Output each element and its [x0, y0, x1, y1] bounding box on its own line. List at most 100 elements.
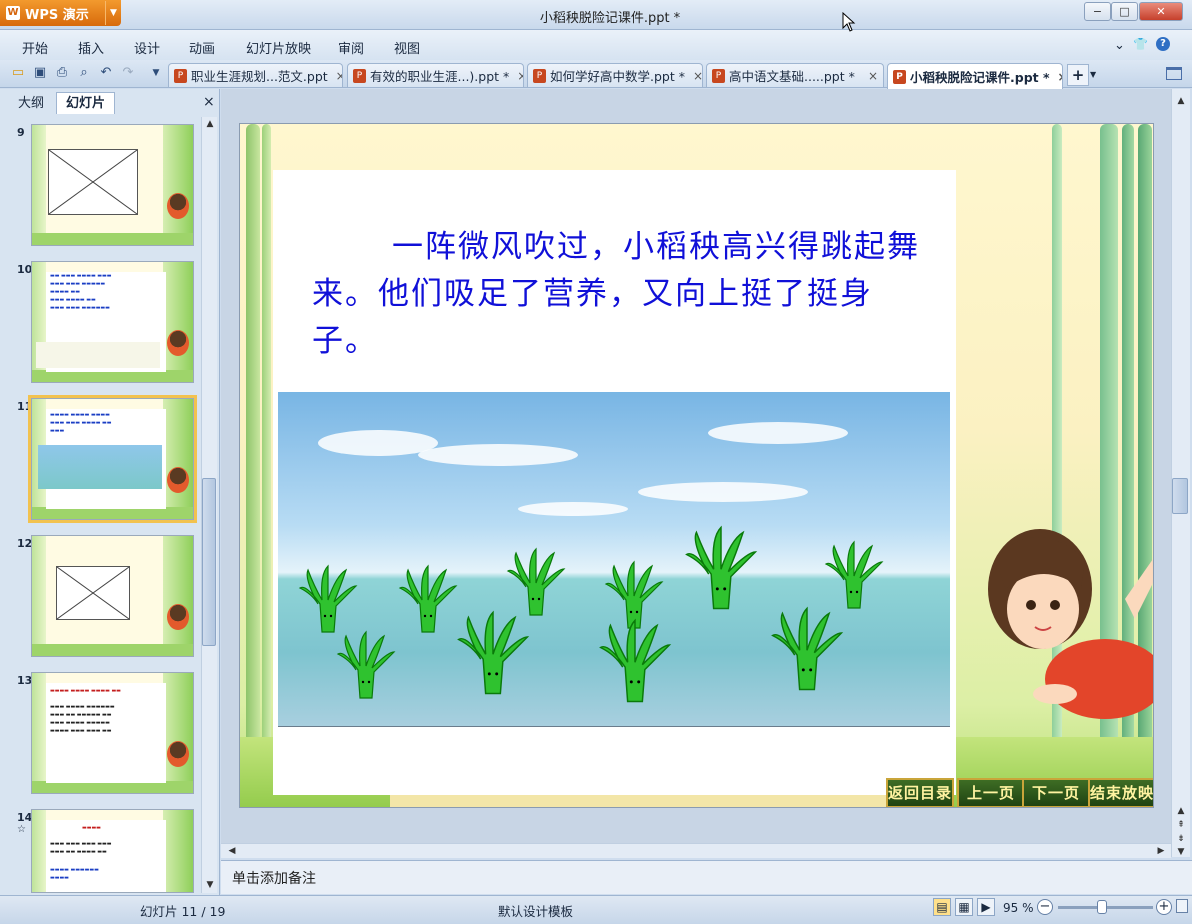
close-panel-icon[interactable]: × [203, 94, 215, 110]
menu-review[interactable]: 审阅 [338, 38, 364, 57]
menu-insert[interactable]: 插入 [78, 38, 104, 57]
notes-placeholder[interactable]: 单击添加备注 [232, 868, 316, 888]
rice-seedling [685, 525, 758, 610]
rice-seedling [336, 630, 396, 699]
ppt-file-icon: P [174, 68, 187, 83]
rice-seedling [298, 564, 358, 633]
doc-tab-label: 职业生涯规划...范文.ppt [191, 69, 328, 84]
close-tab-icon[interactable]: × [332, 69, 342, 83]
thumbnail-scroll-thumb[interactable] [202, 478, 216, 646]
ppt-file-icon: P [533, 68, 546, 83]
close-button[interactable]: ✕ [1139, 2, 1183, 21]
close-tab-icon[interactable]: × [689, 69, 702, 83]
rice-field-picture[interactable] [278, 392, 950, 727]
minimize-button[interactable]: − [1084, 2, 1111, 21]
previous-slide-icon[interactable]: ⇞ [1173, 818, 1189, 832]
undo-icon[interactable]: ↶ [98, 65, 114, 81]
help-icon[interactable]: ? [1156, 37, 1170, 51]
menu-design[interactable]: 设计 [134, 38, 160, 57]
zoom-level: 95 % [1003, 901, 1034, 915]
ppt-file-icon: P [712, 68, 725, 83]
collapse-ribbon-icon[interactable]: ⌄ [1114, 38, 1125, 53]
customize-icon[interactable]: ▼ [148, 65, 164, 81]
maximize-button[interactable]: □ [1111, 2, 1138, 21]
slide-thumbnail[interactable]: ▬▬▬▬ ▬▬▬▬ ▬▬▬▬ ▬▬ ▬▬▬ ▬▬▬▬ ▬▬▬▬▬▬ ▬▬▬ ▬▬ … [31, 672, 194, 794]
scroll-left-icon[interactable]: ◀ [224, 844, 240, 858]
ppt-file-icon: P [893, 69, 906, 84]
vertical-scroll-thumb[interactable] [1172, 478, 1188, 514]
menu-home[interactable]: 开始 [22, 38, 48, 57]
doc-tab[interactable]: P 有效的职业生涯...).ppt * × [347, 63, 524, 87]
zoom-slider-handle[interactable] [1097, 900, 1107, 914]
fit-window-icon[interactable] [1176, 899, 1188, 913]
zoom-out-button[interactable]: − [1037, 899, 1053, 915]
redo-icon[interactable]: ↷ [120, 65, 136, 81]
new-tab-button[interactable]: + [1067, 64, 1089, 86]
vertical-scrollbar[interactable] [1171, 89, 1190, 857]
thumb-number: 9 [17, 126, 25, 139]
slide-thumbnail-selected[interactable]: ▬▬▬▬ ▬▬▬▬ ▬▬▬▬ ▬▬▬ ▬▬▬ ▬▬▬▬ ▬▬ ▬▬▬ [28, 395, 197, 523]
slide-thumbnail[interactable] [31, 124, 194, 246]
app-name: WPS 演示 [25, 7, 89, 23]
print-icon[interactable]: ⎙ [54, 65, 70, 81]
close-tab-icon[interactable]: × [513, 69, 523, 83]
close-tab-icon[interactable]: × [1054, 70, 1062, 84]
save-icon[interactable]: ▣ [32, 65, 48, 81]
doc-tab[interactable]: P 如何学好高中数学.ppt * × [527, 63, 703, 87]
doc-tab-label: 小稻秧脱险记课件.ppt * [910, 70, 1050, 85]
rice-seedling [457, 610, 530, 695]
tab-list-chevron-icon[interactable]: ▼ [1090, 70, 1096, 79]
tab-slides[interactable]: 幻灯片 [56, 92, 116, 114]
open-icon[interactable]: ▭ [10, 65, 26, 81]
menu-bar [0, 30, 1192, 60]
slide-thumbnail[interactable]: ▬▬ ▬▬▬ ▬▬▬▬ ▬▬▬ ▬▬▬ ▬▬▬ ▬▬▬▬▬ ▬▬▬▬ ▬▬ ▬▬▬ ▬… [31, 261, 194, 383]
thumb-marker-icon: ☆ [17, 824, 26, 835]
window-mode-icon[interactable] [1166, 67, 1182, 80]
scroll-right-icon[interactable]: ▶ [1153, 844, 1169, 858]
menu-view[interactable]: 视图 [394, 38, 420, 57]
window-title: 小稻秧脱险记课件.ppt * [539, 11, 681, 26]
template-name[interactable]: 默认设计模板 [498, 901, 573, 920]
end-slideshow-button[interactable]: 结束放映 [1088, 778, 1153, 807]
slideshow-view-icon[interactable]: ▶ [977, 898, 995, 916]
back-to-contents-button[interactable]: 返回目录 [886, 778, 954, 807]
slide-canvas[interactable]: 一阵微风吹过，小稻秧高兴得跳起舞来。他们吸足了营养，又向上挺了挺身子。 返回目录… [239, 123, 1154, 808]
rice-seedling [506, 547, 566, 616]
doc-tab-label: 高中语文基础.....ppt * [729, 69, 855, 84]
previous-page-button[interactable]: 上一页 [957, 778, 1025, 807]
scroll-up-icon[interactable]: ▲ [1173, 94, 1189, 108]
skin-icon[interactable]: 👕 [1133, 37, 1148, 51]
slide-sorter-view-icon[interactable]: ▦ [955, 898, 973, 916]
next-slide-icon[interactable]: ⇟ [1173, 832, 1189, 846]
slide-text[interactable]: 一阵微风吹过，小稻秧高兴得跳起舞来。他们吸足了营养，又向上挺了挺身子。 [312, 224, 927, 365]
wps-logo-icon: W [6, 6, 20, 20]
girl-illustration [988, 529, 1153, 719]
normal-view-icon[interactable]: ▤ [933, 898, 951, 916]
horizontal-scrollbar[interactable] [221, 843, 1171, 858]
rice-seedling [771, 606, 844, 691]
scroll-down-icon[interactable]: ▼ [1173, 845, 1189, 859]
scroll-up-icon[interactable]: ▲ [1173, 804, 1189, 818]
rice-seedling [599, 618, 672, 703]
zoom-in-button[interactable]: + [1156, 899, 1172, 915]
scroll-down-icon[interactable]: ▼ [202, 878, 218, 892]
doc-tab-label: 有效的职业生涯...).ppt * [370, 69, 510, 84]
slide-count: 幻灯片 11 / 19 [140, 904, 226, 919]
menu-animation[interactable]: 动画 [189, 38, 215, 57]
slide-thumbnail[interactable] [31, 535, 194, 657]
print-preview-icon[interactable]: ⌕ [76, 65, 92, 81]
doc-tab[interactable]: P 高中语文基础.....ppt * × [706, 63, 884, 87]
menu-slideshow[interactable]: 幻灯片放映 [246, 38, 311, 57]
tab-outline[interactable]: 大纲 [8, 92, 54, 114]
next-page-button[interactable]: 下一页 [1022, 778, 1090, 807]
rice-seedling [824, 540, 884, 609]
doc-tab[interactable]: P 职业生涯规划...范文.ppt × [168, 63, 343, 87]
app-menu-button[interactable]: W WPS 演示 ▼ [0, 0, 121, 26]
mouse-cursor-icon [842, 12, 856, 32]
doc-tab-active[interactable]: P 小稻秧脱险记课件.ppt * × [887, 63, 1063, 89]
close-tab-icon[interactable]: × [864, 69, 878, 83]
doc-tab-label: 如何学好高中数学.ppt * [550, 69, 685, 84]
notes-pane[interactable] [221, 860, 1192, 894]
slide-thumbnail[interactable]: ▬▬▬▬ ▬▬▬ ▬▬▬ ▬▬▬ ▬▬▬ ▬▬▬ ▬▬ ▬▬▬▬ ▬▬ ▬▬▬▬ … [31, 809, 194, 893]
scroll-up-icon[interactable]: ▲ [202, 117, 218, 131]
